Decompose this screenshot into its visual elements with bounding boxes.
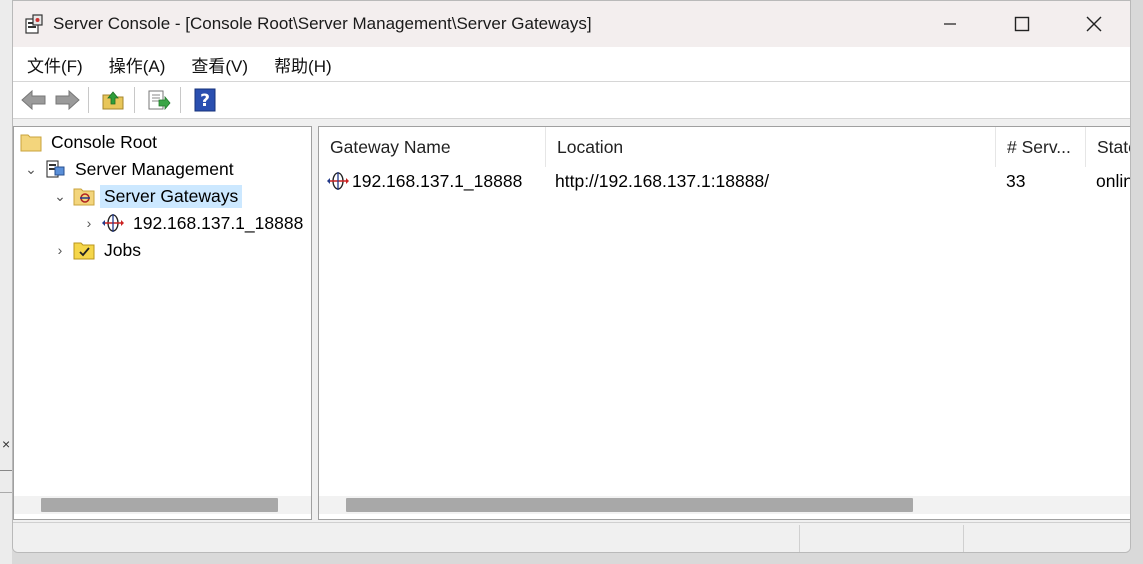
gateway-icon bbox=[102, 212, 124, 234]
export-list-button[interactable] bbox=[144, 85, 174, 115]
status-divider bbox=[799, 525, 801, 552]
close-icon bbox=[1086, 16, 1102, 32]
background-close-glyph: × bbox=[2, 436, 11, 452]
list-horizontal-scrollbar[interactable] bbox=[319, 496, 1130, 514]
back-button[interactable] bbox=[19, 85, 49, 115]
tree-scroll-thumb[interactable] bbox=[41, 498, 278, 512]
toolbar-separator bbox=[134, 87, 135, 113]
tree-item-console-root[interactable]: Console Root bbox=[20, 129, 161, 155]
forward-arrow-icon bbox=[55, 89, 80, 111]
server-console-window: Server Console - [Console Root\Server Ma… bbox=[12, 0, 1131, 553]
up-one-level-button[interactable] bbox=[98, 85, 128, 115]
tree-item-server-management[interactable]: ⌄ Server Management bbox=[24, 156, 238, 182]
gateway-name-text: 192.168.137.1_18888 bbox=[352, 170, 523, 191]
folder-icon bbox=[20, 131, 42, 153]
column-header-state[interactable]: State bbox=[1086, 127, 1130, 167]
up-folder-icon bbox=[102, 91, 124, 110]
server-management-icon bbox=[44, 158, 66, 180]
menu-action[interactable]: 操作(A) bbox=[97, 52, 178, 77]
list-scroll-thumb[interactable] bbox=[346, 498, 913, 512]
menu-bar: 文件(F) 操作(A) 查看(V) 帮助(H) bbox=[13, 47, 1130, 82]
export-list-icon bbox=[148, 90, 171, 111]
cell-gateway-name: 192.168.137.1_18888 bbox=[327, 167, 542, 195]
cell-servers: 33 bbox=[1006, 170, 1026, 191]
background-divider bbox=[0, 470, 12, 471]
minimize-icon bbox=[944, 23, 956, 25]
title-bar[interactable]: Server Console - [Console Root\Server Ma… bbox=[13, 1, 1130, 47]
results-list-pane[interactable]: Gateway Name Location # Serv... State 19… bbox=[318, 126, 1130, 520]
menu-file[interactable]: 文件(F) bbox=[15, 52, 95, 77]
tree-label-selected: Server Gateways bbox=[100, 184, 243, 208]
tree-item-jobs[interactable]: › Jobs bbox=[53, 237, 145, 263]
column-header-servers[interactable]: # Serv... bbox=[996, 127, 1086, 167]
gateways-folder-icon bbox=[73, 185, 95, 207]
close-button[interactable] bbox=[1058, 1, 1130, 47]
help-icon: ? bbox=[194, 88, 216, 112]
back-arrow-icon bbox=[21, 89, 46, 111]
menu-help[interactable]: 帮助(H) bbox=[262, 52, 344, 77]
jobs-folder-icon bbox=[73, 239, 95, 261]
cell-location: http://192.168.137.1:18888/ bbox=[555, 170, 770, 191]
maximize-icon bbox=[1014, 16, 1030, 32]
background-divider bbox=[0, 492, 12, 493]
menu-view[interactable]: 查看(V) bbox=[179, 52, 260, 77]
console-tree-pane[interactable]: Console Root ⌄ Server Management ⌄ Serve… bbox=[13, 126, 312, 520]
chevron-down-icon[interactable]: ⌄ bbox=[24, 161, 38, 178]
toolbar-separator bbox=[88, 87, 89, 113]
help-button[interactable]: ? bbox=[190, 85, 220, 115]
chevron-right-icon[interactable]: › bbox=[82, 215, 96, 231]
column-header-location[interactable]: Location bbox=[546, 127, 996, 167]
chevron-down-icon[interactable]: ⌄ bbox=[53, 188, 67, 205]
tree-item-server-gateways[interactable]: ⌄ Server Gateways bbox=[53, 183, 243, 209]
background-window-edge: × bbox=[0, 0, 12, 564]
tree-label: Console Root bbox=[51, 131, 158, 152]
maximize-button[interactable] bbox=[986, 1, 1058, 47]
toolbar: ? bbox=[13, 82, 1130, 119]
tree-item-gateway[interactable]: › 192.168.137.1_18888 bbox=[82, 210, 307, 236]
forward-button[interactable] bbox=[52, 85, 82, 115]
tree-label: Jobs bbox=[104, 239, 141, 260]
status-bar bbox=[13, 522, 1130, 552]
column-header-gateway-name[interactable]: Gateway Name bbox=[319, 127, 546, 167]
window-title: Server Console - [Console Root\Server Ma… bbox=[53, 14, 592, 33]
toolbar-separator bbox=[180, 87, 181, 113]
tree-horizontal-scrollbar[interactable] bbox=[14, 496, 311, 514]
server-console-app-icon bbox=[23, 13, 45, 35]
minimize-button[interactable] bbox=[914, 1, 986, 47]
svg-text:?: ? bbox=[200, 91, 210, 111]
cell-state: online bbox=[1096, 170, 1130, 191]
chevron-right-icon[interactable]: › bbox=[53, 242, 67, 258]
tree-label: Server Management bbox=[75, 158, 234, 179]
gateway-icon bbox=[327, 170, 349, 192]
status-divider bbox=[963, 525, 965, 552]
tree-label: 192.168.137.1_18888 bbox=[133, 212, 304, 233]
